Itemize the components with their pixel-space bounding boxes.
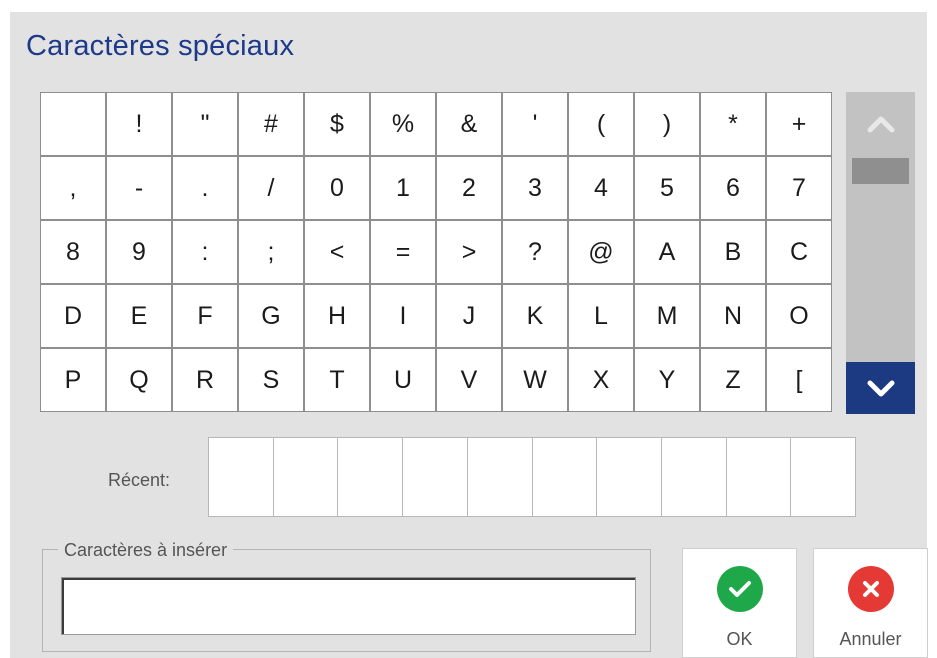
character-cell[interactable]: * <box>701 93 765 155</box>
recent-slot[interactable] <box>403 438 467 516</box>
character-cell[interactable]: @ <box>569 221 633 283</box>
character-cell[interactable]: G <box>239 285 303 347</box>
character-cell[interactable]: Y <box>635 349 699 411</box>
recent-slot[interactable] <box>597 438 661 516</box>
character-cell[interactable]: Q <box>107 349 171 411</box>
character-cell[interactable]: J <box>437 285 501 347</box>
character-cell[interactable]: ! <box>107 93 171 155</box>
character-cell[interactable]: D <box>41 285 105 347</box>
chevron-down-icon <box>867 380 894 397</box>
character-cell[interactable]: 7 <box>767 157 831 219</box>
character-cell[interactable]: ( <box>569 93 633 155</box>
character-cell[interactable]: . <box>173 157 237 219</box>
character-cell[interactable]: 6 <box>701 157 765 219</box>
character-cell[interactable]: % <box>371 93 435 155</box>
recent-slot[interactable] <box>467 438 532 516</box>
character-cell[interactable]: T <box>305 349 369 411</box>
cancel-button-label: Annuler <box>839 629 902 649</box>
recent-slot[interactable] <box>532 438 597 516</box>
character-cell[interactable]: X <box>569 349 633 411</box>
ok-button[interactable]: OK <box>682 548 797 658</box>
character-cell[interactable]: $ <box>305 93 369 155</box>
insert-characters-input[interactable] <box>61 577 636 635</box>
character-cell[interactable]: + <box>767 93 831 155</box>
character-cell[interactable]: - <box>107 157 171 219</box>
recent-slot[interactable] <box>209 438 273 516</box>
character-cell[interactable]: H <box>305 285 369 347</box>
character-cell[interactable]: " <box>173 93 237 155</box>
character-cell[interactable]: 5 <box>635 157 699 219</box>
character-cell[interactable]: ' <box>503 93 567 155</box>
character-cell[interactable]: 8 <box>41 221 105 283</box>
character-cell[interactable]: < <box>305 221 369 283</box>
character-cell[interactable]: ; <box>239 221 303 283</box>
character-cell[interactable]: 1 <box>371 157 435 219</box>
character-cell[interactable] <box>41 93 105 155</box>
recent-label: Récent: <box>108 470 171 490</box>
character-cell[interactable]: M <box>635 285 699 347</box>
character-cell[interactable]: > <box>437 221 501 283</box>
character-cell[interactable]: / <box>239 157 303 219</box>
character-grid-scrollbar[interactable] <box>846 92 915 414</box>
character-cell[interactable]: L <box>569 285 633 347</box>
character-cell[interactable]: Z <box>701 349 765 411</box>
character-cell[interactable]: 0 <box>305 157 369 219</box>
character-cell[interactable]: E <box>107 285 171 347</box>
insert-characters-label: Caractères à insérer <box>58 540 234 561</box>
special-characters-dialog: Caractères spéciaux ! " # $% & '() * +, -./0 1 2 3 4… <box>10 12 928 658</box>
character-cell[interactable]: = <box>371 221 435 283</box>
character-cell[interactable]: P <box>41 349 105 411</box>
character-cell[interactable]: I <box>371 285 435 347</box>
character-cell[interactable]: : <box>173 221 237 283</box>
character-cell[interactable]: ? <box>503 221 567 283</box>
character-cell[interactable]: 3 <box>503 157 567 219</box>
character-cell[interactable]: A <box>635 221 699 283</box>
recent-slot[interactable] <box>726 438 791 516</box>
character-cell[interactable]: [ <box>767 349 831 411</box>
character-cell[interactable]: 4 <box>569 157 633 219</box>
character-cell[interactable]: 2 <box>437 157 501 219</box>
character-cell[interactable]: C <box>767 221 831 283</box>
character-cell[interactable]: N <box>701 285 765 347</box>
character-cell[interactable]: K <box>503 285 567 347</box>
chevron-up-icon <box>867 116 894 133</box>
character-cell[interactable]: & <box>437 93 501 155</box>
character-cell[interactable]: R <box>173 349 237 411</box>
character-cell[interactable]: , <box>41 157 105 219</box>
character-cell[interactable]: 9 <box>107 221 171 283</box>
cancel-button[interactable]: Annuler <box>813 548 928 658</box>
scroll-thumb[interactable] <box>852 158 909 184</box>
recent-slot[interactable] <box>661 438 726 516</box>
ok-button-label: OK <box>726 629 753 649</box>
character-cell[interactable]: O <box>767 285 831 347</box>
recent-slot[interactable] <box>338 438 403 516</box>
scroll-down-button[interactable] <box>846 362 915 414</box>
check-icon <box>717 566 763 612</box>
character-cell[interactable]: F <box>173 285 237 347</box>
character-cell[interactable]: S <box>239 349 303 411</box>
recent-slot[interactable] <box>273 438 338 516</box>
character-cell[interactable]: # <box>239 93 303 155</box>
character-grid: ! " # $% & '() * +, -./0 1 2 3 4 5 6 7 8 9:; < = >? @ A B C D E F G H… <box>40 92 832 412</box>
character-cell[interactable]: B <box>701 221 765 283</box>
character-cell[interactable]: W <box>503 349 567 411</box>
dialog-title: Caractères spéciaux <box>26 30 295 62</box>
recent-slot[interactable] <box>791 438 855 516</box>
character-cell[interactable]: V <box>437 349 501 411</box>
scroll-up-button[interactable] <box>846 92 915 156</box>
recent-characters <box>208 437 856 517</box>
character-cell[interactable]: ) <box>635 93 699 155</box>
character-cell[interactable]: U <box>371 349 435 411</box>
close-icon <box>848 566 894 612</box>
